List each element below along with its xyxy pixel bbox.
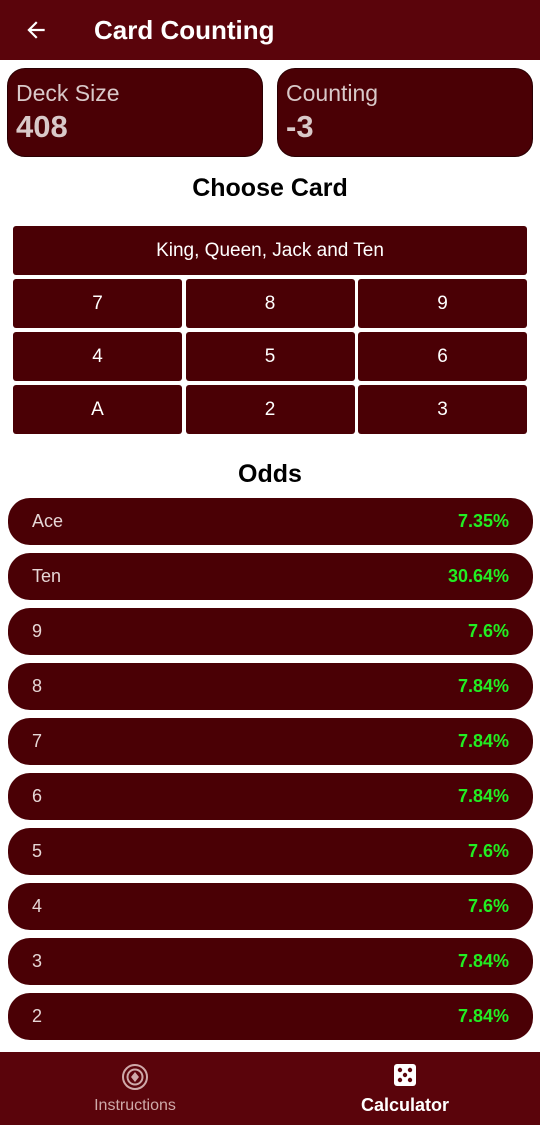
odds-row-ace: Ace 7.35% (8, 498, 533, 545)
card-button-5[interactable]: 5 (185, 332, 355, 381)
odds-value: 7.84% (457, 1006, 509, 1026)
odds-row-2: 2 7.84% (8, 993, 533, 1040)
odds-value: 7.84% (457, 786, 509, 806)
choose-card-title: Choose Card (192, 174, 348, 202)
dice-icon (394, 1064, 416, 1086)
card-button-6[interactable]: 6 (358, 332, 527, 381)
odds-row-ten: Ten 30.64% (8, 553, 533, 600)
deck-size-value: 408 (16, 109, 68, 144)
odds-value: 30.64% (447, 566, 509, 586)
odds-value: 7.35% (457, 511, 509, 531)
arrow-left-icon (27, 21, 45, 39)
odds-label: 6 (32, 786, 43, 806)
card-button-3[interactable]: 3 (358, 385, 527, 434)
odds-label: 7 (32, 731, 43, 751)
card-button-2[interactable]: 2 (185, 385, 355, 434)
odds-label: 3 (32, 951, 43, 971)
odds-row-4: 4 7.6% (8, 883, 533, 930)
odds-label: 2 (32, 1006, 43, 1026)
odds-row-9: 9 7.6% (8, 608, 533, 655)
odds-value: 7.6% (467, 841, 509, 861)
card-picker-row: A 2 3 (13, 385, 527, 434)
odds-row-6: 6 7.84% (8, 773, 533, 820)
odds-list: Ace 7.35% Ten 30.64% 9 7.6% 8 7.84% 7 7.… (8, 498, 533, 1048)
app-bar: Card Counting (0, 0, 540, 60)
card-button-9[interactable]: 9 (358, 279, 527, 328)
odds-label: 8 (32, 676, 43, 696)
odds-label: 9 (32, 621, 43, 641)
deck-size-card: Deck Size 408 (7, 68, 263, 157)
counting-value: -3 (286, 109, 314, 144)
odds-value: 7.84% (457, 676, 509, 696)
odds-title: Odds (238, 460, 302, 488)
card-button-ace[interactable]: A (13, 385, 182, 434)
odds-label: Ten (32, 566, 62, 586)
deck-size-label: Deck Size (16, 80, 120, 106)
odds-label: Ace (32, 511, 64, 531)
odds-label: 5 (32, 841, 43, 861)
odds-row-7: 7 7.84% (8, 718, 533, 765)
odds-row-3: 3 7.84% (8, 938, 533, 985)
odds-row-8: 8 7.84% (8, 663, 533, 710)
nav-item-calculator[interactable]: Calculator (270, 1052, 540, 1125)
counting-card: Counting -3 (277, 68, 533, 157)
card-picker: King, Queen, Jack and Ten 7 8 9 4 5 6 A … (13, 226, 527, 438)
odds-value: 7.6% (467, 896, 509, 916)
nav-label-calculator: Calculator (360, 1095, 450, 1115)
app-root: Card Counting Deck Size 408 Counting -3 … (0, 0, 540, 1125)
card-button-8[interactable]: 8 (185, 279, 355, 328)
card-picker-row: 4 5 6 (13, 332, 527, 381)
target-icon (122, 1063, 148, 1090)
nav-item-instructions[interactable]: Instructions (0, 1052, 270, 1125)
stats-row: Deck Size 408 Counting -3 (7, 68, 533, 157)
card-picker-row: 7 8 9 (13, 279, 527, 328)
counting-label: Counting (286, 80, 379, 106)
odds-value: 7.84% (457, 951, 509, 971)
odds-value: 7.84% (457, 731, 509, 751)
card-button-4[interactable]: 4 (13, 332, 182, 381)
odds-value: 7.6% (467, 621, 509, 641)
odds-label: 4 (32, 896, 43, 916)
card-button-7[interactable]: 7 (13, 279, 182, 328)
page-title: Card Counting (94, 14, 275, 45)
odds-row-5: 5 7.6% (8, 828, 533, 875)
back-button[interactable] (0, 0, 72, 60)
card-button-face-cards[interactable]: King, Queen, Jack and Ten (13, 226, 527, 275)
bottom-navigation: Instructions Calculator (0, 1052, 540, 1125)
nav-label-instructions: Instructions (94, 1096, 176, 1114)
